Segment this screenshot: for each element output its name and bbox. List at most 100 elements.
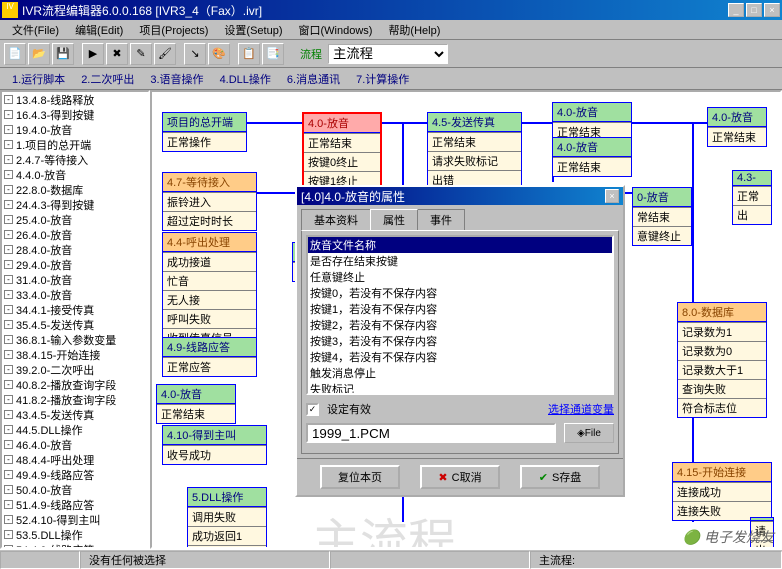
node-item[interactable]: 符合标志位 — [678, 398, 766, 417]
tree-toggle-icon[interactable]: - — [4, 245, 13, 254]
menu-windows[interactable]: 窗口(Windows) — [290, 20, 380, 40]
tab-property[interactable]: 属性 — [370, 209, 418, 230]
tool-palette-icon[interactable]: 🎨 — [208, 43, 230, 65]
node-item[interactable]: 记录数大于1 — [678, 360, 766, 379]
tree-item[interactable]: -39.2.0-二次呼出 — [2, 362, 148, 377]
cat-msg[interactable]: 6.消息通讯 — [279, 71, 348, 87]
tree-toggle-icon[interactable]: - — [4, 335, 13, 344]
node-item[interactable]: 记录数为1 — [678, 322, 766, 341]
list-item[interactable]: 按键4，若没有不保存内容 — [308, 349, 612, 365]
flow-node-wait[interactable]: 4.7-等待接入 振铃进入 超过定时时长 — [162, 172, 257, 231]
tree-item[interactable]: -1.项目的总开端 — [2, 137, 148, 152]
cat-redial[interactable]: 2.二次呼出 — [73, 71, 142, 87]
tree-toggle-icon[interactable]: - — [4, 530, 13, 539]
list-item[interactable]: 按键1，若没有不保存内容 — [308, 301, 612, 317]
tree-item[interactable]: -4.4.0-放音 — [2, 167, 148, 182]
tool-edit-icon[interactable]: ✎ — [130, 43, 152, 65]
tool-brush-icon[interactable]: 🖌 — [154, 43, 176, 65]
tree-item[interactable]: -29.4.0-放音 — [2, 257, 148, 272]
node-item[interactable]: 查询失败 — [678, 379, 766, 398]
tree-toggle-icon[interactable]: - — [4, 470, 13, 479]
tree-item[interactable]: -40.8.2-播放查询字段 — [2, 377, 148, 392]
node-item[interactable]: 收号成功 — [163, 445, 266, 464]
tree-toggle-icon[interactable]: - — [4, 350, 13, 359]
tree-item[interactable]: -31.4.0-放音 — [2, 272, 148, 287]
node-item[interactable]: 正常结束 — [157, 404, 235, 423]
tool-paste-icon[interactable]: 📑 — [262, 43, 284, 65]
node-item[interactable]: 调用失败 — [188, 507, 266, 526]
tree-item[interactable]: -50.4.0-放音 — [2, 482, 148, 497]
tree-item[interactable]: -43.4.5-发送传真 — [2, 407, 148, 422]
menu-file[interactable]: 文件(File) — [4, 20, 67, 40]
tool-copy-icon[interactable]: 📋 — [238, 43, 260, 65]
list-item[interactable]: 失败标记 — [308, 381, 612, 395]
tree-item[interactable]: -36.8.1-输入参数变量 — [2, 332, 148, 347]
flow-node-connect[interactable]: 4.15-开始连接 连接成功 连接失败 — [672, 462, 772, 521]
list-item[interactable]: 放音文件名称 — [308, 237, 612, 253]
node-tree[interactable]: -13.4.8-线路释放 -16.4.3-得到按键 -19.4.0-放音 -1.… — [0, 90, 150, 549]
node-item[interactable]: 呼叫失败 — [163, 309, 256, 328]
list-item[interactable]: 按键3，若没有不保存内容 — [308, 333, 612, 349]
cat-script[interactable]: 1.运行脚本 — [4, 71, 73, 87]
tree-item[interactable]: -25.4.0-放音 — [2, 212, 148, 227]
tab-basic[interactable]: 基本资料 — [301, 209, 371, 230]
flow-node-dll[interactable]: 5.DLL操作 调用失败 成功返回1 成功返回0 成功返回6 — [187, 487, 267, 549]
tree-toggle-icon[interactable]: - — [4, 455, 13, 464]
tree-item[interactable]: -41.8.2-播放查询字段 — [2, 392, 148, 407]
channel-var-link[interactable]: 选择通道变量 — [548, 401, 614, 417]
menu-setup[interactable]: 设置(Setup) — [216, 20, 290, 40]
list-item[interactable]: 按键0，若没有不保存内容 — [308, 285, 612, 301]
tree-toggle-icon[interactable]: - — [4, 365, 13, 374]
property-list[interactable]: 放音文件名称 是否存在结束按键 任意键终止 按键0，若没有不保存内容 按键1，若… — [306, 235, 614, 395]
flow-node-play5[interactable]: 0-放音 常结束 意键终止 — [632, 187, 692, 246]
close-button[interactable]: × — [764, 3, 780, 17]
tree-toggle-icon[interactable]: - — [4, 440, 13, 449]
reset-button[interactable]: 复位本页 — [320, 465, 400, 489]
tree-toggle-icon[interactable]: - — [4, 290, 13, 299]
cat-voice[interactable]: 3.语音操作 — [142, 71, 211, 87]
node-item[interactable]: 连接成功 — [673, 482, 771, 501]
tree-item[interactable]: -35.4.5-发送传真 — [2, 317, 148, 332]
node-item[interactable]: 成功返回0 — [188, 545, 266, 549]
node-item[interactable]: 超过定时时长 — [163, 211, 256, 230]
tree-toggle-icon[interactable]: - — [4, 410, 13, 419]
cat-calc[interactable]: 7.计算操作 — [348, 71, 417, 87]
node-item[interactable]: 正常结束 — [708, 127, 766, 146]
menu-edit[interactable]: 编辑(Edit) — [67, 20, 131, 40]
node-item[interactable]: 无人接 — [163, 290, 256, 309]
flow-node-dialout[interactable]: 4.4-呼出处理 成功接道 忙音 无人接 呼叫失败 收到传真信号 — [162, 232, 257, 348]
tree-toggle-icon[interactable]: - — [4, 125, 13, 134]
flow-node-start[interactable]: 项目的总开端 正常操作 — [162, 112, 247, 152]
list-item[interactable]: 任意键终止 — [308, 269, 612, 285]
menu-projects[interactable]: 项目(Projects) — [131, 20, 216, 40]
tree-item[interactable]: -34.4.1-接受传真 — [2, 302, 148, 317]
list-item[interactable]: 触发消息停止 — [308, 365, 612, 381]
tree-item[interactable]: -52.4.10-得到主叫 — [2, 512, 148, 527]
node-item[interactable]: 出 — [733, 205, 771, 224]
tree-toggle-icon[interactable]: - — [4, 230, 13, 239]
tree-toggle-icon[interactable]: - — [4, 425, 13, 434]
node-item[interactable]: 正常应答 — [163, 357, 256, 376]
tab-event[interactable]: 事件 — [417, 209, 465, 230]
dialog-close-icon[interactable]: × — [605, 189, 619, 203]
tree-toggle-icon[interactable]: - — [4, 170, 13, 179]
tree-item[interactable]: -44.5.DLL操作 — [2, 422, 148, 437]
tree-item[interactable]: -51.4.9-线路应答 — [2, 497, 148, 512]
list-item[interactable]: 是否存在结束按键 — [308, 253, 612, 269]
maximize-button[interactable]: □ — [746, 3, 762, 17]
node-item[interactable]: 请求失败标记 — [428, 151, 521, 170]
tree-toggle-icon[interactable]: - — [4, 155, 13, 164]
node-item[interactable]: 正常操作 — [163, 132, 246, 151]
flow-node-play4[interactable]: 4.0-放音 正常结束 — [707, 107, 767, 147]
tree-item[interactable]: -33.4.0-放音 — [2, 287, 148, 302]
flow-node-play3[interactable]: 4.0-放音 正常结束 — [552, 137, 632, 177]
tree-toggle-icon[interactable]: - — [4, 380, 13, 389]
node-item[interactable]: 成功接道 — [163, 252, 256, 271]
list-item[interactable]: 按键2，若没有不保存内容 — [308, 317, 612, 333]
cancel-button[interactable]: ✖C取消 — [420, 465, 500, 489]
tree-toggle-icon[interactable]: - — [4, 515, 13, 524]
tree-toggle-icon[interactable]: - — [4, 215, 13, 224]
tree-item[interactable]: -48.4.4-呼出处理 — [2, 452, 148, 467]
tree-item[interactable]: -26.4.0-放音 — [2, 227, 148, 242]
node-item[interactable]: 成功返回1 — [188, 526, 266, 545]
